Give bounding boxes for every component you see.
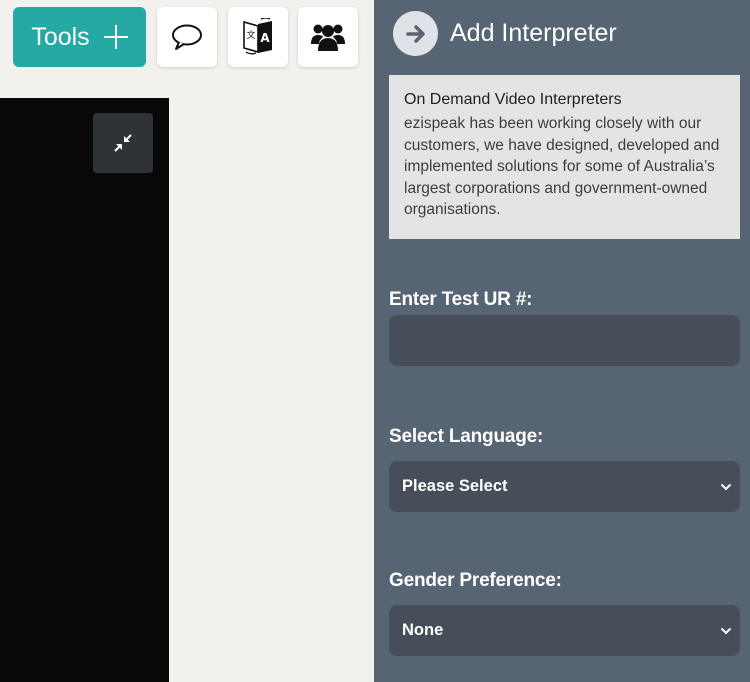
svg-text:文: 文 bbox=[246, 29, 255, 41]
speech-bubble-icon bbox=[172, 24, 202, 50]
panel-title: Add Interpreter bbox=[450, 19, 617, 47]
info-title: On Demand Video Interpreters bbox=[404, 91, 622, 108]
tools-label: Tools bbox=[31, 22, 90, 51]
chevron-down-icon bbox=[720, 627, 732, 634]
minimize-button[interactable] bbox=[93, 113, 153, 173]
language-selected-value: Please Select bbox=[402, 477, 508, 495]
info-box: On Demand Video Interpreters ezispeak ha… bbox=[389, 75, 740, 239]
main-area: Tools A 文 bbox=[0, 0, 374, 682]
language-label: Select Language: bbox=[389, 426, 544, 447]
video-feed bbox=[0, 98, 169, 682]
test-ur-label: Enter Test UR #: bbox=[389, 289, 533, 310]
tools-button[interactable]: Tools bbox=[13, 7, 146, 67]
svg-text:A: A bbox=[260, 31, 270, 45]
arrow-right-icon[interactable] bbox=[393, 11, 438, 56]
translate-icon: A 文 bbox=[243, 18, 272, 55]
plus-icon bbox=[103, 25, 128, 49]
group-icon bbox=[311, 24, 345, 51]
gender-label: Gender Preference: bbox=[389, 570, 562, 591]
panel-header: Add Interpreter bbox=[393, 11, 617, 56]
chat-button[interactable] bbox=[157, 7, 217, 67]
chevron-down-icon bbox=[720, 483, 732, 490]
minimize-icon bbox=[114, 134, 132, 152]
gender-select[interactable]: None bbox=[389, 605, 740, 656]
language-select[interactable]: Please Select bbox=[389, 461, 740, 512]
add-interpreter-panel: Add Interpreter On Demand Video Interpre… bbox=[374, 0, 750, 682]
translate-button[interactable]: A 文 bbox=[228, 7, 288, 67]
gender-selected-value: None bbox=[402, 621, 444, 639]
test-ur-input[interactable] bbox=[389, 315, 740, 366]
info-text: ezispeak has been working closely with o… bbox=[404, 115, 720, 218]
participants-button[interactable] bbox=[298, 7, 358, 67]
